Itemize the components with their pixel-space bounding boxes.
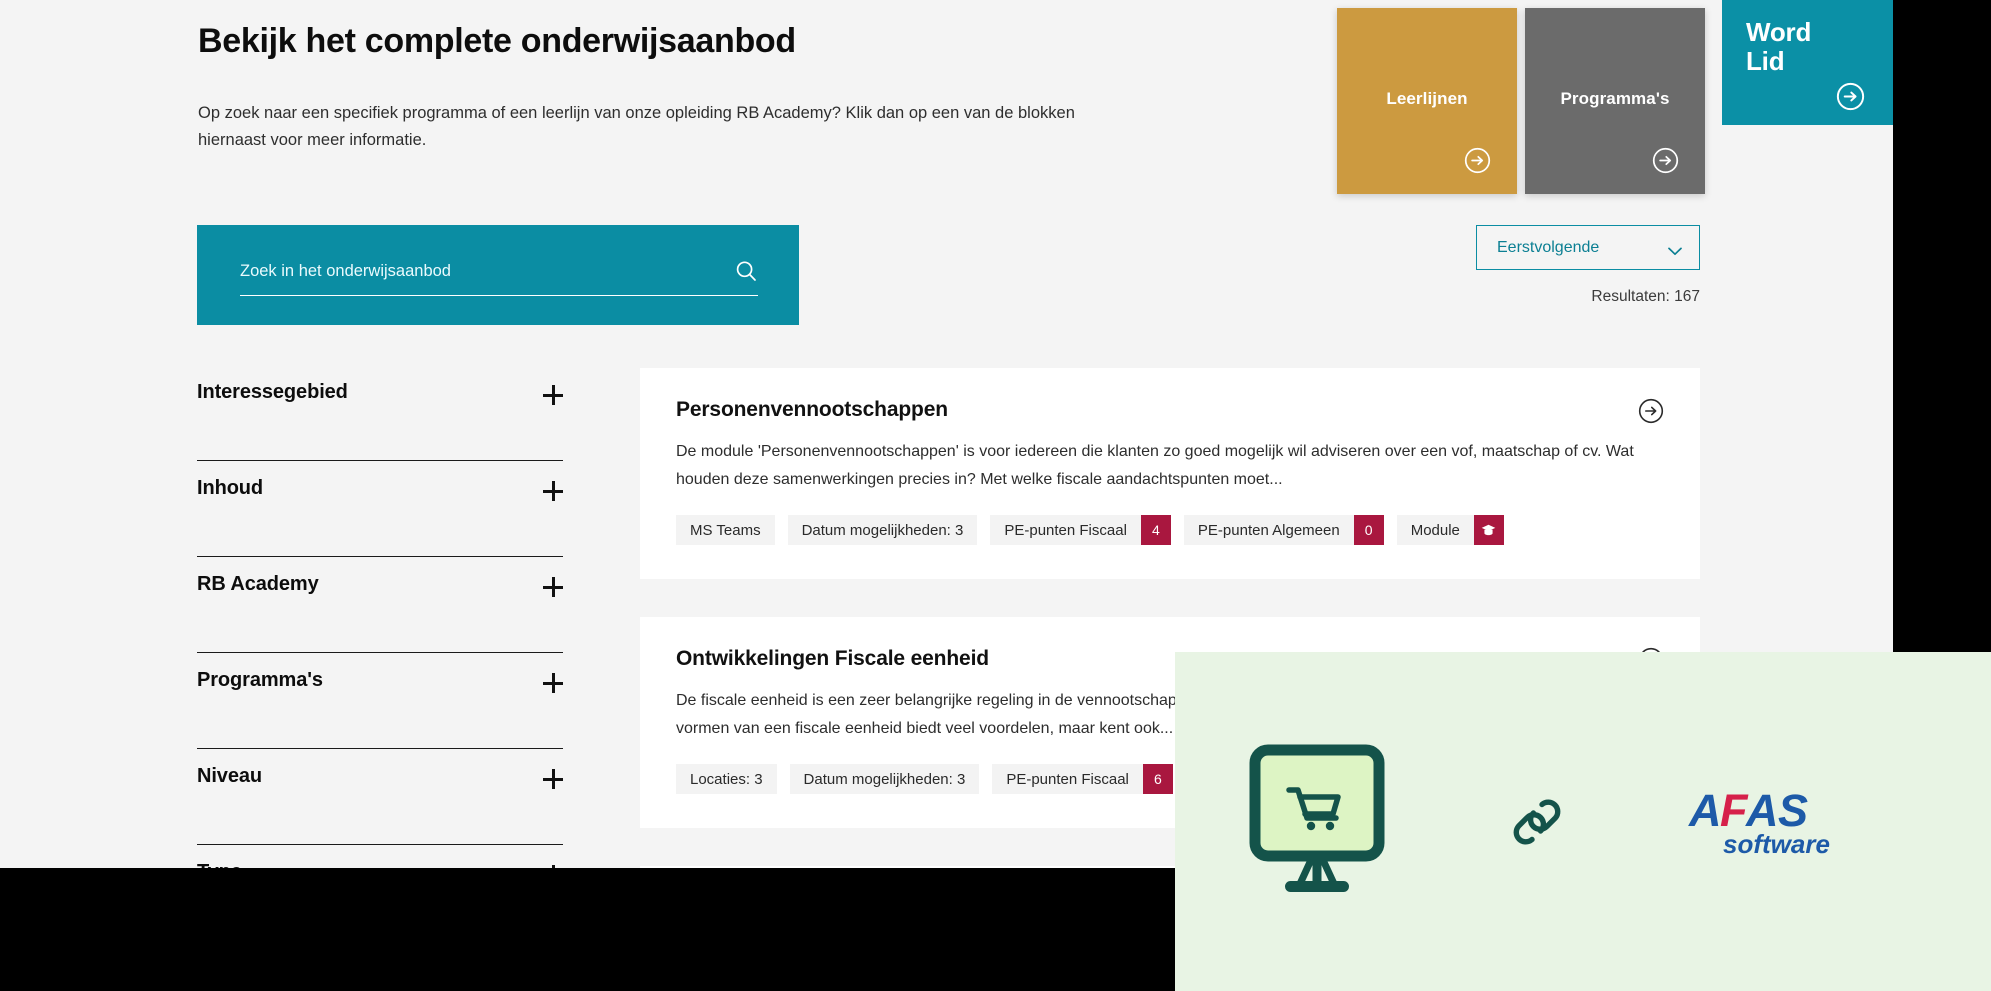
tag: PE-punten Algemeen 0: [1183, 515, 1384, 546]
results-count: Resultaten: 167: [1591, 288, 1700, 305]
plus-icon: [543, 481, 563, 501]
filter-label: Inhoud: [197, 477, 264, 499]
link-chain-icon: [1505, 790, 1569, 854]
svg-text:A: A: [1688, 785, 1722, 836]
arrow-circle-right-icon[interactable]: [1638, 398, 1664, 424]
result-card-tags: MS Teams Datum mogelijkheden: 3 PE-punte…: [676, 515, 1664, 546]
word-lid-button[interactable]: Word Lid: [1722, 0, 1893, 125]
tag-label: MS Teams: [690, 521, 761, 539]
tile-programmas-label: Programma's: [1560, 89, 1670, 108]
result-card-title: Personenvennootschappen: [676, 398, 948, 421]
tag: Datum mogelijkheden: 3: [789, 764, 980, 795]
filter-item-inhoud[interactable]: Inhoud: [197, 461, 563, 557]
filter-label: RB Academy: [197, 573, 319, 595]
tag: MS Teams: [676, 515, 775, 546]
filter-item-programmas[interactable]: Programma's: [197, 653, 563, 749]
filter-item-interessegebied[interactable]: Interessegebied: [197, 365, 563, 461]
tag-label: Datum mogelijkheden: 3: [803, 770, 966, 788]
arrow-circle-right-icon: [1836, 82, 1865, 111]
filter-label: Niveau: [197, 765, 262, 787]
sort-select[interactable]: Eerstvolgende: [1476, 225, 1700, 270]
search-panel: [197, 225, 799, 325]
sort-select-value: Eerstvolgende: [1497, 238, 1600, 256]
tag-badge: 6: [1142, 764, 1173, 795]
tag-badge: 0: [1353, 515, 1384, 546]
tag-label: Locaties: 3: [690, 770, 763, 788]
page-title: Bekijk het complete onderwijsaanbod: [198, 22, 796, 60]
filter-label: Programma's: [197, 669, 323, 691]
chevron-down-icon: [1668, 243, 1682, 256]
graduation-cap-icon: [1473, 515, 1504, 546]
filter-item-rb-academy[interactable]: RB Academy: [197, 557, 563, 653]
filter-label: Interessegebied: [197, 381, 348, 403]
tag: Locaties: 3: [676, 764, 777, 795]
result-card-description: De module 'Personenvennootschappen' is v…: [676, 443, 1634, 488]
tag: Datum mogelijkheden: 3: [787, 515, 978, 546]
tile-leerlijnen[interactable]: Leerlijnen: [1337, 8, 1517, 194]
word-lid-line2: Lid: [1746, 46, 1785, 77]
tag: PE-punten Fiscaal 4: [990, 515, 1171, 546]
tile-leerlijnen-label: Leerlijnen: [1386, 89, 1468, 108]
promo-overlay: A F A S software: [1175, 652, 1991, 991]
hero-section: Bekijk het complete onderwijsaanbod Op z…: [198, 0, 1298, 154]
tag-label: Module: [1410, 521, 1460, 539]
afas-software-logo: A F A S software: [1687, 782, 1867, 862]
plus-icon: [543, 673, 563, 693]
tag-label: PE-punten Algemeen: [1197, 521, 1340, 539]
arrow-circle-right-icon: [1652, 147, 1679, 174]
tag-badge: 4: [1140, 515, 1171, 546]
tile-programmas[interactable]: Programma's: [1525, 8, 1705, 194]
search-field-wrapper: [240, 259, 758, 296]
tag-label: PE-punten Fiscaal: [1004, 521, 1127, 539]
filter-sidebar: Interessegebied Inhoud RB Academy Progra…: [197, 365, 563, 941]
search-input[interactable]: [240, 261, 670, 281]
screen-occluder-right: [1893, 0, 1991, 656]
filter-item-niveau[interactable]: Niveau: [197, 749, 563, 845]
tag-label: Datum mogelijkheden: 3: [801, 521, 964, 539]
monitor-cart-icon: [1247, 742, 1387, 902]
arrow-circle-right-icon: [1464, 147, 1491, 174]
search-icon[interactable]: [734, 259, 758, 283]
plus-icon: [543, 577, 563, 597]
plus-icon: [543, 385, 563, 405]
word-lid-line1: Word: [1746, 17, 1812, 47]
plus-icon: [543, 769, 563, 789]
tag: PE-punten Fiscaal 6: [992, 764, 1173, 795]
screen-occluder-bottom: [0, 868, 1175, 991]
category-tiles: Leerlijnen Programma's: [1337, 8, 1705, 194]
hero-subtitle: Op zoek naar een specifiek programma of …: [198, 103, 1075, 149]
word-lid-label: Word Lid: [1746, 17, 1838, 77]
svg-text:software: software: [1723, 829, 1830, 859]
page-root: Bekijk het complete onderwijsaanbod Op z…: [0, 0, 1991, 991]
tag-label: PE-punten Fiscaal: [1006, 770, 1129, 788]
tag: Module: [1396, 515, 1504, 546]
result-card[interactable]: Personenvennootschappen De module 'Perso…: [640, 368, 1700, 580]
